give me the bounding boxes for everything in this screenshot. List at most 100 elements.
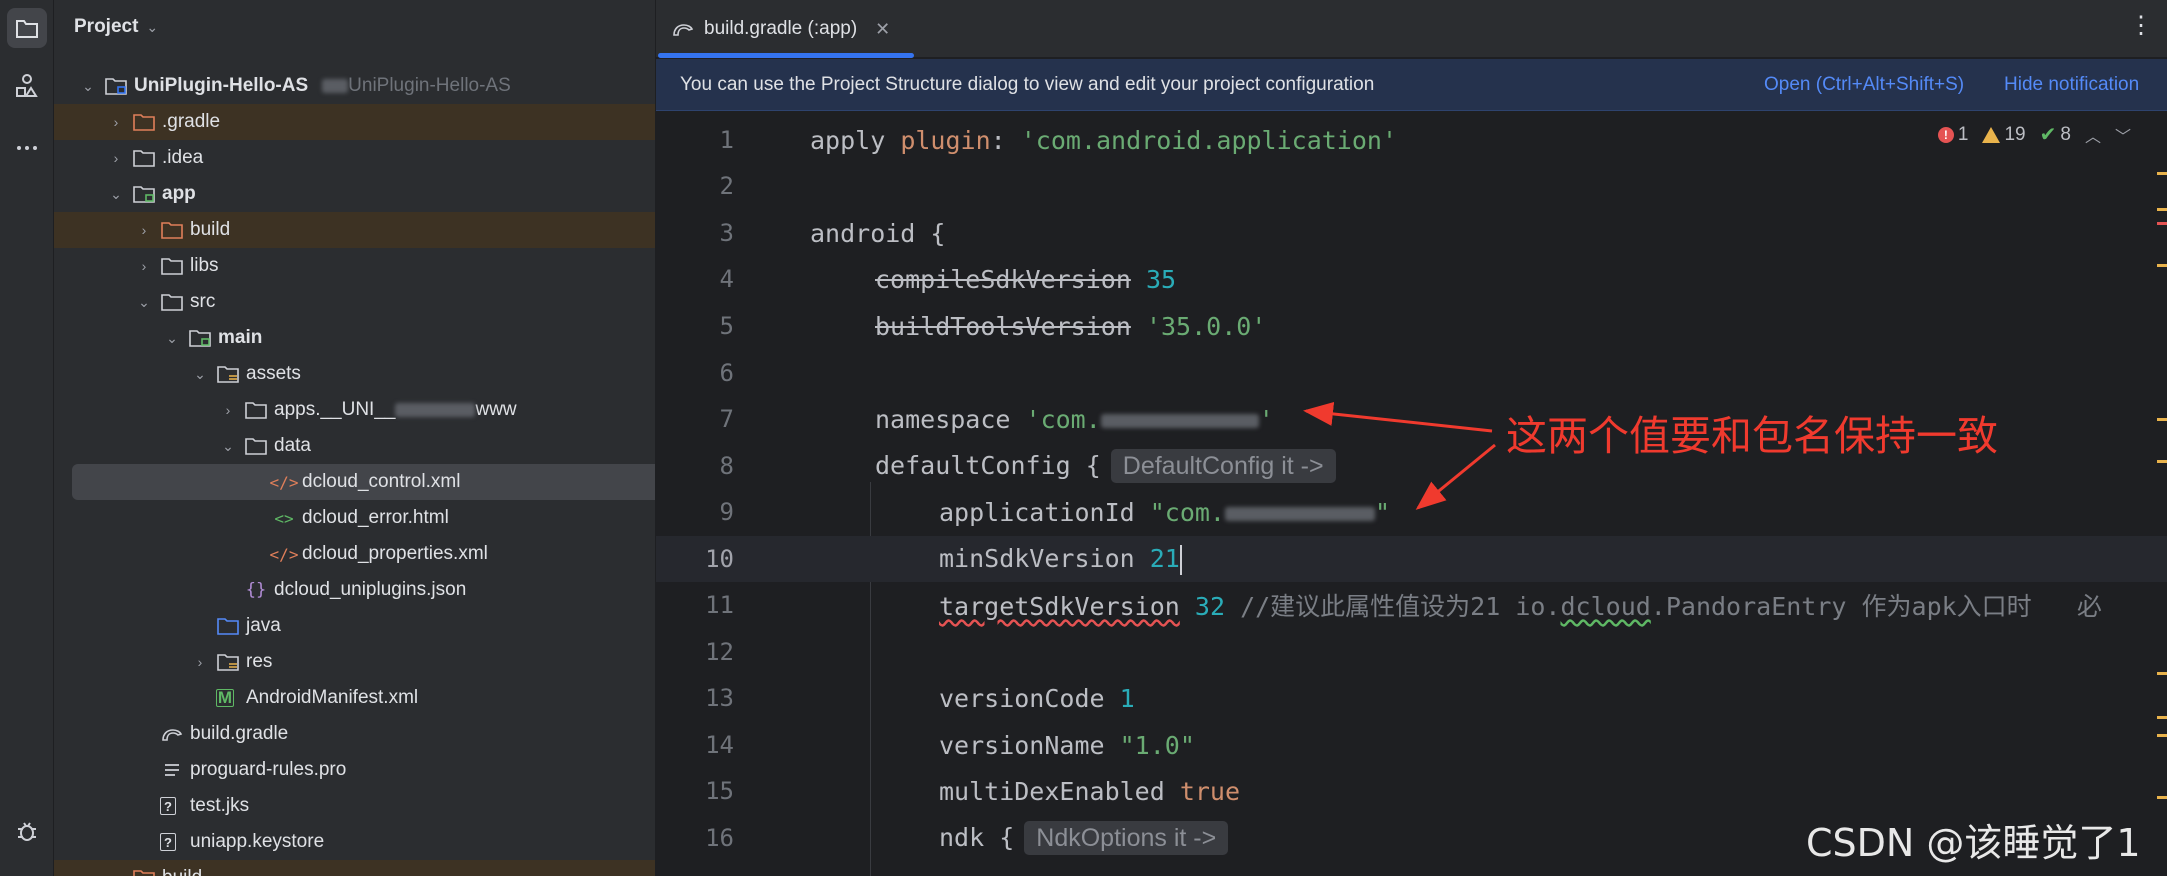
warning-marker[interactable] — [2157, 716, 2167, 719]
tree-item-label: libs — [190, 255, 219, 276]
warning-marker[interactable] — [2157, 734, 2167, 737]
code-line[interactable]: 6 — [656, 350, 2167, 396]
code-line[interactable]: 5 buildToolsVersion '35.0.0' — [656, 303, 2167, 349]
line-number: 8 — [719, 452, 734, 480]
line-number: 11 — [705, 591, 734, 619]
line-number: 7 — [719, 405, 734, 433]
tree-item-src[interactable]: ⌄ src — [54, 284, 655, 320]
code-line-current[interactable]: 10 minSdkVersion 21 — [656, 536, 2167, 582]
tree-item-label: uniapp.keystore — [190, 831, 325, 852]
tree-item-label-tail: www — [475, 399, 517, 420]
error-stripe[interactable] — [2157, 160, 2167, 876]
tree-item-label: app — [162, 183, 196, 204]
warning-marker[interactable] — [2157, 172, 2167, 175]
structure-tool-button[interactable] — [7, 66, 47, 106]
code-line[interactable]: 13 versionCode 1 — [656, 675, 2167, 721]
tree-item-manifest[interactable]: › M AndroidManifest.xml — [54, 680, 655, 716]
tree-item-label: dcloud_uniplugins.json — [274, 579, 467, 600]
tree-item-apps[interactable]: › apps.__UNI__ www — [54, 392, 655, 428]
chevron-down-icon[interactable]: ⌄ — [218, 438, 238, 455]
tree-item-label: java — [246, 615, 281, 636]
tree-item-label: UniPlugin-Hello-AS — [134, 75, 309, 96]
line-number: 2 — [719, 172, 734, 200]
tree-item-res[interactable]: › res — [54, 644, 655, 680]
tree-item-build-root[interactable]: › build — [54, 860, 655, 876]
tree-item-app[interactable]: ⌄ app — [54, 176, 655, 212]
debug-tool-button[interactable] — [7, 811, 47, 851]
more-tools-button[interactable] — [7, 128, 47, 168]
chevron-down-icon[interactable]: ⌄ — [190, 366, 210, 383]
blurred-text — [322, 78, 349, 93]
tree-item-java[interactable]: › java — [54, 608, 655, 644]
chevron-down-icon[interactable]: ⌄ — [162, 330, 182, 347]
code-line[interactable]: 4 compileSdkVersion 35 — [656, 256, 2167, 302]
code-line[interactable]: 12 — [656, 629, 2167, 675]
code-line[interactable]: 1 apply plugin: 'com.android.application… — [656, 117, 2167, 163]
notification-banner: You can use the Project Structure dialog… — [656, 59, 2167, 111]
chevron-right-icon[interactable]: › — [134, 222, 154, 238]
code-line[interactable]: 14 versionName "1.0" — [656, 722, 2167, 768]
line-number: 5 — [719, 312, 734, 340]
chevron-right-icon[interactable]: › — [190, 654, 210, 670]
warning-marker[interactable] — [2157, 208, 2167, 211]
code-line[interactable]: 11 targetSdkVersion 32 //建议此属性值设为21 io.d… — [656, 582, 2167, 628]
tree-item-build[interactable]: › build — [54, 212, 655, 248]
chevron-right-icon[interactable]: › — [106, 150, 126, 166]
tree-item-main[interactable]: ⌄ main — [54, 320, 655, 356]
blurred-text — [1100, 413, 1259, 428]
tree-item-libs[interactable]: › libs — [54, 248, 655, 284]
error-marker[interactable] — [2157, 222, 2167, 225]
resource-folder-icon — [216, 364, 240, 384]
line-number: 10 — [705, 545, 734, 573]
tree-item-dcloud-uniplugins[interactable]: › {} dcloud_uniplugins.json — [54, 572, 655, 608]
code-line[interactable]: 9 applicationId "com. " — [656, 489, 2167, 535]
chevron-right-icon[interactable]: › — [106, 870, 126, 876]
code-line[interactable]: 3 android { — [656, 210, 2167, 256]
tree-item-root[interactable]: ⌄ UniPlugin-Hello-AS UniPlugin-Hello-AS — [54, 68, 655, 104]
tree-item-dcloud-control[interactable]: › </> dcloud_control.xml — [72, 464, 655, 500]
warning-marker[interactable] — [2157, 796, 2167, 799]
unknown-file-icon: ? — [160, 797, 176, 815]
code-editor[interactable]: 1 apply plugin: 'com.android.application… — [656, 112, 2167, 876]
line-number: 14 — [705, 731, 734, 759]
project-tool-button[interactable] — [7, 8, 47, 48]
line-number: 16 — [705, 824, 734, 852]
project-view-selector[interactable]: Project ⌄ — [74, 16, 158, 38]
code-line[interactable]: 15 multiDexEnabled true — [656, 768, 2167, 814]
tree-item-dcloud-error[interactable]: › <> dcloud_error.html — [54, 500, 655, 536]
tab-more-menu-button[interactable]: ⋮ — [2129, 14, 2153, 38]
gradle-file-icon — [673, 24, 694, 36]
chevron-right-icon[interactable]: › — [106, 114, 126, 130]
annotation-text: 这两个值要和包名保持一致 — [1506, 412, 1998, 460]
folder-orange-icon — [132, 112, 156, 132]
tree-item-keystore[interactable]: › ? uniapp.keystore — [54, 824, 655, 860]
tree-item-dcloud-properties[interactable]: › </> dcloud_properties.xml — [54, 536, 655, 572]
tree-item-idea[interactable]: › .idea — [54, 140, 655, 176]
chevron-down-icon[interactable]: ⌄ — [134, 294, 154, 311]
hide-notification-link[interactable]: Hide notification — [2004, 74, 2139, 96]
tree-item-test-jks[interactable]: › ? test.jks — [54, 788, 655, 824]
inlay-hint[interactable]: DefaultConfig it -> — [1110, 449, 1336, 483]
chevron-right-icon[interactable]: › — [134, 258, 154, 274]
tree-item-gradle[interactable]: › .gradle — [54, 104, 655, 140]
blurred-text — [395, 403, 476, 417]
tree-item-build-gradle[interactable]: › build.gradle — [54, 716, 655, 752]
tab-build-gradle[interactable]: build.gradle (:app) ✕ — [658, 0, 914, 58]
warning-marker[interactable] — [2157, 672, 2167, 675]
inlay-hint[interactable]: NdkOptions it -> — [1024, 821, 1229, 855]
code-line[interactable]: 2 — [656, 163, 2167, 209]
warning-marker[interactable] — [2157, 418, 2167, 421]
warning-marker[interactable] — [2157, 264, 2167, 267]
close-icon[interactable]: ✕ — [875, 19, 890, 40]
chevron-down-icon[interactable]: ⌄ — [106, 186, 126, 203]
open-project-structure-link[interactable]: Open (Ctrl+Alt+Shift+S) — [1764, 74, 1964, 96]
tree-item-data[interactable]: ⌄ data — [54, 428, 655, 464]
gradle-file-icon — [160, 724, 184, 744]
chevron-right-icon[interactable]: › — [218, 402, 238, 418]
chevron-down-icon: ⌄ — [146, 18, 159, 35]
warning-marker[interactable] — [2157, 460, 2167, 463]
module-folder-icon — [188, 328, 212, 348]
tree-item-assets[interactable]: ⌄ assets — [54, 356, 655, 392]
tree-item-proguard[interactable]: › proguard-rules.pro — [54, 752, 655, 788]
chevron-down-icon[interactable]: ⌄ — [78, 78, 98, 95]
